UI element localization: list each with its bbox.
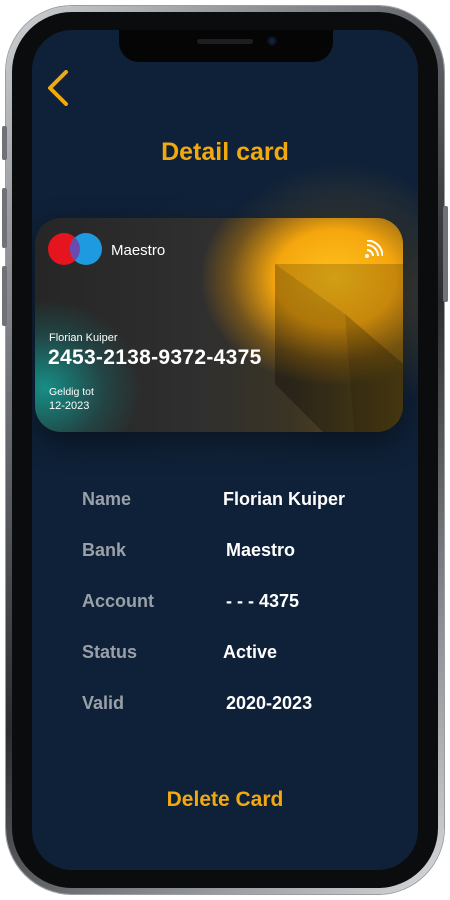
card-valid-label: Geldig tot: [49, 386, 94, 398]
detail-value: Maestro: [226, 540, 296, 560]
detail-label: Name: [82, 489, 132, 509]
back-button[interactable]: [40, 66, 76, 110]
card-holder-name: Florian Kuiper: [49, 332, 118, 344]
detail-label: Account: [82, 591, 154, 611]
nfc-icon: [365, 240, 383, 258]
detail-value: Florian Kuiper: [223, 489, 346, 509]
detail-row-name: Name Florian Kuiper: [32, 485, 418, 515]
mastercard-logo-icon: [48, 233, 102, 265]
volume-down-button: [2, 266, 7, 326]
volume-up-button: [2, 188, 7, 248]
front-camera: [267, 36, 277, 46]
chevron-left-icon: [48, 70, 68, 106]
power-button: [443, 206, 448, 302]
app-screen: Detail card Maestro Florian Kuiper 2453-…: [32, 30, 418, 870]
notch: [119, 30, 333, 62]
detail-label: Status: [82, 642, 138, 662]
card-number: 2453-2138-9372-4375: [48, 346, 262, 369]
detail-row-valid: Valid 2020-2023: [32, 689, 418, 719]
card-decoration: [275, 264, 403, 432]
detail-label: Bank: [82, 540, 127, 560]
card-brand-name: Maestro: [111, 242, 166, 259]
delete-card-button[interactable]: Delete Card: [125, 782, 325, 818]
detail-row-account: Account - - - 4375: [32, 587, 418, 617]
detail-value: - - - 4375: [226, 591, 300, 611]
mute-switch: [2, 126, 7, 160]
bank-card[interactable]: Maestro Florian Kuiper 2453-2138-9372-43…: [35, 218, 403, 432]
detail-value: 2020-2023: [226, 693, 313, 713]
detail-row-bank: Bank Maestro: [32, 536, 418, 566]
page-title: Detail card: [161, 138, 289, 166]
speaker-grille: [197, 39, 253, 44]
detail-row-status: Status Active: [32, 638, 418, 668]
card-valid-date: 12-2023: [49, 400, 90, 412]
detail-label: Valid: [82, 693, 125, 713]
detail-value: Active: [223, 642, 278, 662]
